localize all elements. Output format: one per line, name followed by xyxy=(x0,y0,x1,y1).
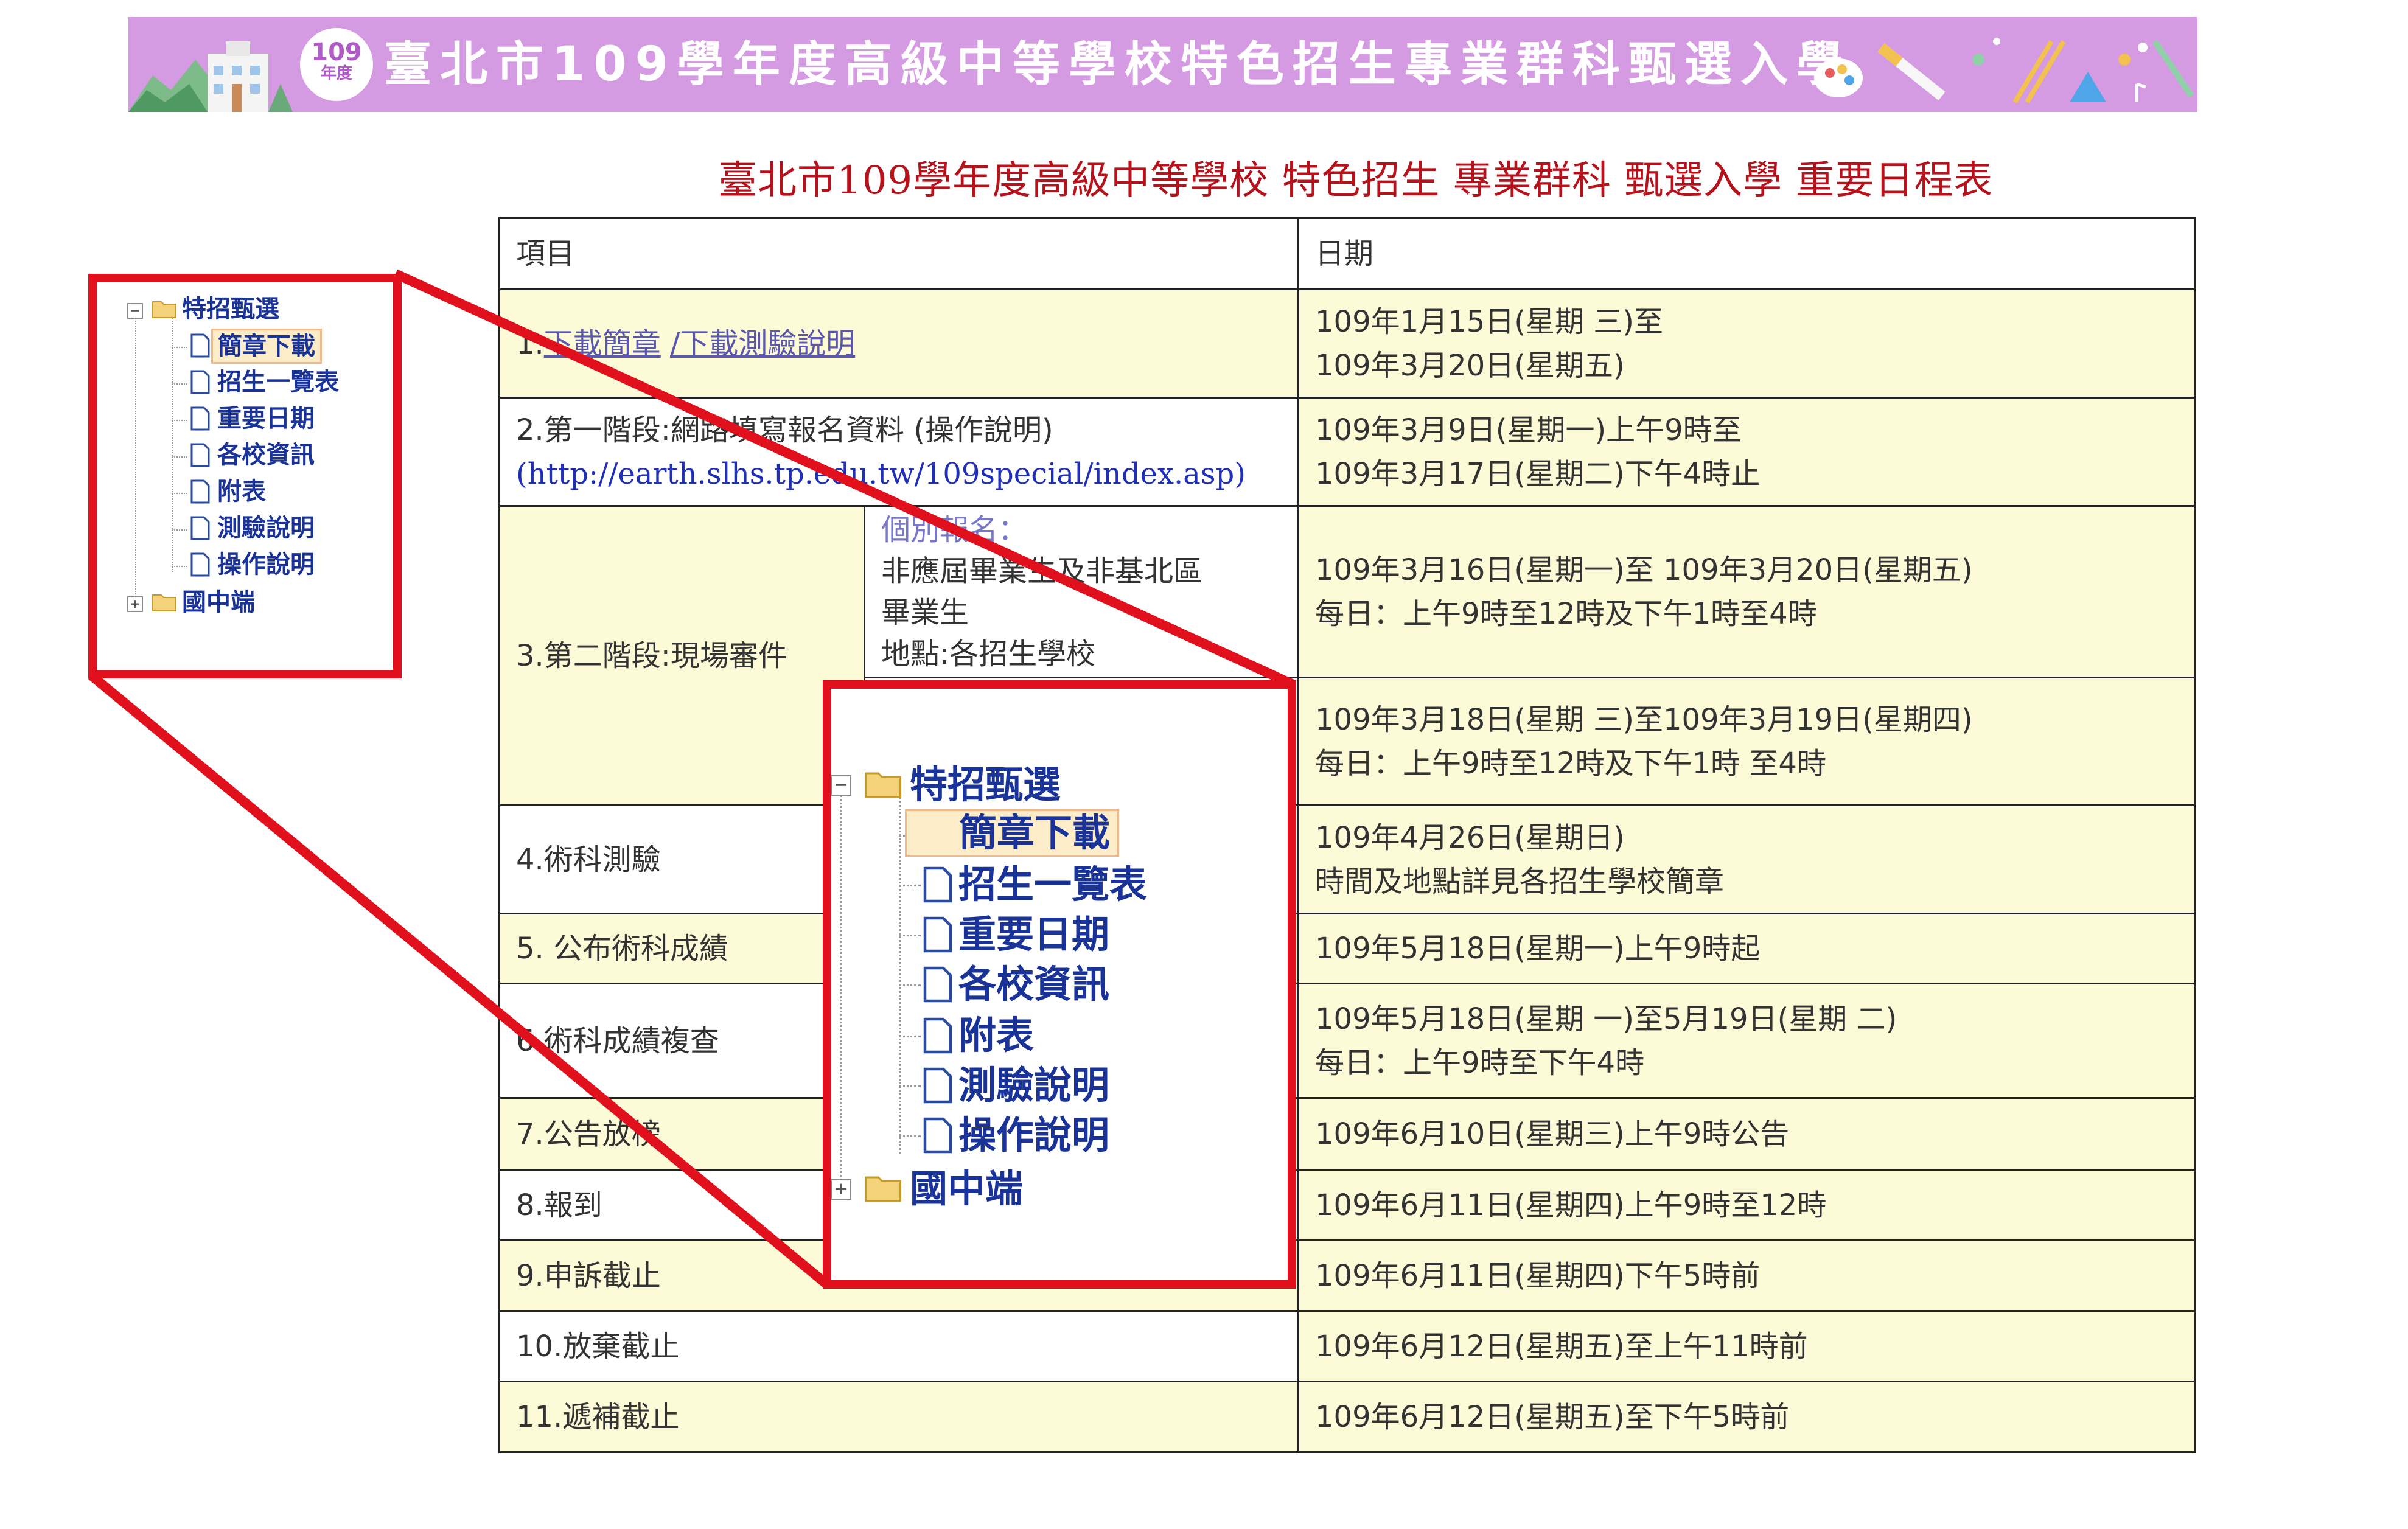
row3-date-a: 109年3月16日(星期一)至 109年3月20日(星期五) 每日：上午9時至1… xyxy=(1297,505,2196,678)
schedule-table: 項目 日期 1.下載簡章 /下載測驗說明 109年1月15日(星期 三)至 10… xyxy=(498,217,2196,1453)
row8-date: 109年6月11日(星期四)上午9時至12時 xyxy=(1297,1169,2196,1241)
row1-date-line1: 109年1月15日(星期 三)至 xyxy=(1315,304,1663,339)
table-row: 4.術科測驗 109年4月26日(星期日) 時間及地點詳見各招生學校簡章 xyxy=(498,804,2196,914)
download-test-info-link[interactable]: /下載測驗說明 xyxy=(670,327,855,361)
registration-url-link[interactable]: (http://earth.slhs.tp.edu.tw/109special/… xyxy=(516,452,1282,496)
row10-date: 109年6月12日(星期五)至上午11時前 xyxy=(1297,1310,2196,1382)
row6-date-line1: 109年5月18日(星期 一)至5月19日(星期 二) xyxy=(1315,1001,1897,1036)
row2-item-line1: 2.第一階段:網路填寫報名資料 (操作說明) xyxy=(516,413,1053,447)
row3-date-b: 109年3月18日(星期 三)至109年3月19日(星期四) 每日：上午9時至1… xyxy=(1297,677,2196,806)
table-row: 10.放棄截止 109年6月12日(星期五)至上午11時前 xyxy=(498,1310,2196,1382)
row2-date-line2: 109年3月17日(星期二)下午4時止 xyxy=(1315,456,1761,491)
row6-date: 109年5月18日(星期 一)至5月19日(星期 二) 每日：上午9時至下午4時 xyxy=(1297,983,2196,1099)
row9-date: 109年6月11日(星期四)下午5時前 xyxy=(1297,1239,2196,1312)
row3-sub-title: 個別報名： xyxy=(881,512,1028,547)
row3-item: 3.第二階段:現場審件 xyxy=(498,505,865,806)
row6-date-line2: 每日：上午9時至下午4時 xyxy=(1315,1045,1645,1080)
badge-year: 109 xyxy=(311,38,362,66)
table-row: 9.申訴截止 109年6月11日(星期四)下午5時前 xyxy=(498,1239,2196,1312)
row2-item: 2.第一階段:網路填寫報名資料 (操作說明) (http://earth.slh… xyxy=(498,397,1300,507)
table-row: 6.術科成績複查 109年5月18日(星期 一)至5月19日(星期 二) 每日：… xyxy=(498,983,2196,1099)
row5-date: 109年5月18日(星期一)上午9時起 xyxy=(1297,913,2196,984)
year-badge: 109 年度 xyxy=(300,28,373,101)
highlight-box-zoomed xyxy=(823,680,1296,1289)
download-brochure-link[interactable]: 下載簡章 xyxy=(544,327,661,361)
row11-item: 11.遞補截止 xyxy=(498,1381,1300,1453)
table-header-row: 項目 日期 xyxy=(498,217,2196,290)
row7-date: 109年6月10日(星期三)上午9時公告 xyxy=(1297,1097,2196,1171)
row3-date-a-line1: 109年3月16日(星期一)至 109年3月20日(星期五) xyxy=(1315,552,1973,587)
row4-date: 109年4月26日(星期日) 時間及地點詳見各招生學校簡章 xyxy=(1297,804,2196,914)
row3-sub-line1: 非應屆畢業生及非基北區 xyxy=(881,554,1203,588)
table-row: 2.第一階段:網路填寫報名資料 (操作說明) (http://earth.slh… xyxy=(498,397,2196,507)
row4-date-line1: 109年4月26日(星期日) xyxy=(1315,820,1625,855)
school-building-icon xyxy=(128,41,293,112)
row1-item: 1.下載簡章 /下載測驗說明 xyxy=(498,288,1300,399)
header-item: 項目 xyxy=(498,217,1300,290)
row4-date-line2: 時間及地點詳見各招生學校簡章 xyxy=(1315,864,1725,899)
row11-date: 109年6月12日(星期五)至下午5時前 xyxy=(1297,1381,2196,1453)
table-row: 5. 公布術科成績 109年5月18日(星期一)上午9時起 xyxy=(498,913,2196,984)
table-row: 1.下載簡章 /下載測驗說明 109年1月15日(星期 三)至 109年3月20… xyxy=(498,288,2196,399)
row1-prefix: 1. xyxy=(516,326,544,361)
table-row: 11.遞補截止 109年6月12日(星期五)至下午5時前 xyxy=(498,1381,2196,1453)
row10-item: 10.放棄截止 xyxy=(498,1310,1300,1382)
highlight-box-small xyxy=(88,274,402,678)
header-date: 日期 xyxy=(1297,217,2196,290)
table-row: 7.公告放榜 109年6月10日(星期三)上午9時公告 xyxy=(498,1097,2196,1171)
row2-date: 109年3月9日(星期一)上午9時至 109年3月17日(星期二)下午4時止 xyxy=(1297,397,2196,507)
badge-label: 年度 xyxy=(320,64,352,83)
row2-date-line1: 109年3月9日(星期一)上午9時至 xyxy=(1315,413,1742,447)
art-tools-icon xyxy=(1814,38,2194,104)
row1-date-line2: 109年3月20日(星期五) xyxy=(1315,348,1625,383)
row3-sub-line3: 地點:各招生學校 xyxy=(881,636,1096,671)
row1-date: 109年1月15日(星期 三)至 109年3月20日(星期五) xyxy=(1297,288,2196,399)
row3-date-b-line1: 109年3月18日(星期 三)至109年3月19日(星期四) xyxy=(1315,702,1973,737)
row3-sub-line2: 畢業生 xyxy=(881,595,969,630)
site-banner: 109 年度 臺北市109學年度高級中等學校特色招生專業群科甄選入學 xyxy=(128,17,2197,112)
page-title: 臺北市109學年度高級中等學校 特色招生 專業群科 甄選入學 重要日程表 xyxy=(718,158,1994,203)
row3-date-a-line2: 每日：上午9時至12時及下午1時至4時 xyxy=(1315,596,1817,631)
banner-title: 臺北市109學年度高級中等學校特色招生專業群科甄選入學 xyxy=(384,37,1852,92)
table-row: 3.第二階段:現場審件 個別報名： 非應屆畢業生及非基北區 畢業生 地點:各招生… xyxy=(498,505,2196,806)
row3-date-b-line2: 每日：上午9時至12時及下午1時 至4時 xyxy=(1315,746,1826,781)
row3-individual-cell: 個別報名： 非應屆畢業生及非基北區 畢業生 地點:各招生學校 xyxy=(863,505,1300,678)
table-row: 8.報到 109年6月11日(星期四)上午9時至12時 xyxy=(498,1169,2196,1241)
